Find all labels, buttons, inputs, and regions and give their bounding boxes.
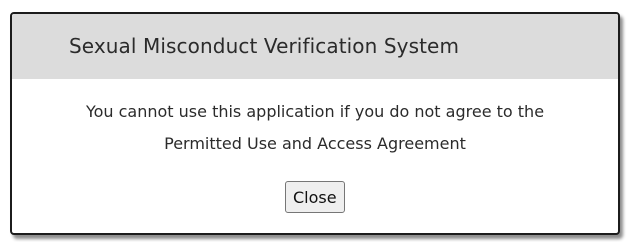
- access-agreement-dialog: Sexual Misconduct Verification System Yo…: [10, 12, 620, 235]
- dialog-header: Sexual Misconduct Verification System: [12, 14, 618, 79]
- dialog-title: Sexual Misconduct Verification System: [69, 33, 460, 58]
- dialog-message-line-2: Permitted Use and Access Agreement: [164, 134, 466, 153]
- dialog-message-line-1: You cannot use this application if you d…: [85, 102, 545, 121]
- close-button[interactable]: Close: [285, 181, 345, 213]
